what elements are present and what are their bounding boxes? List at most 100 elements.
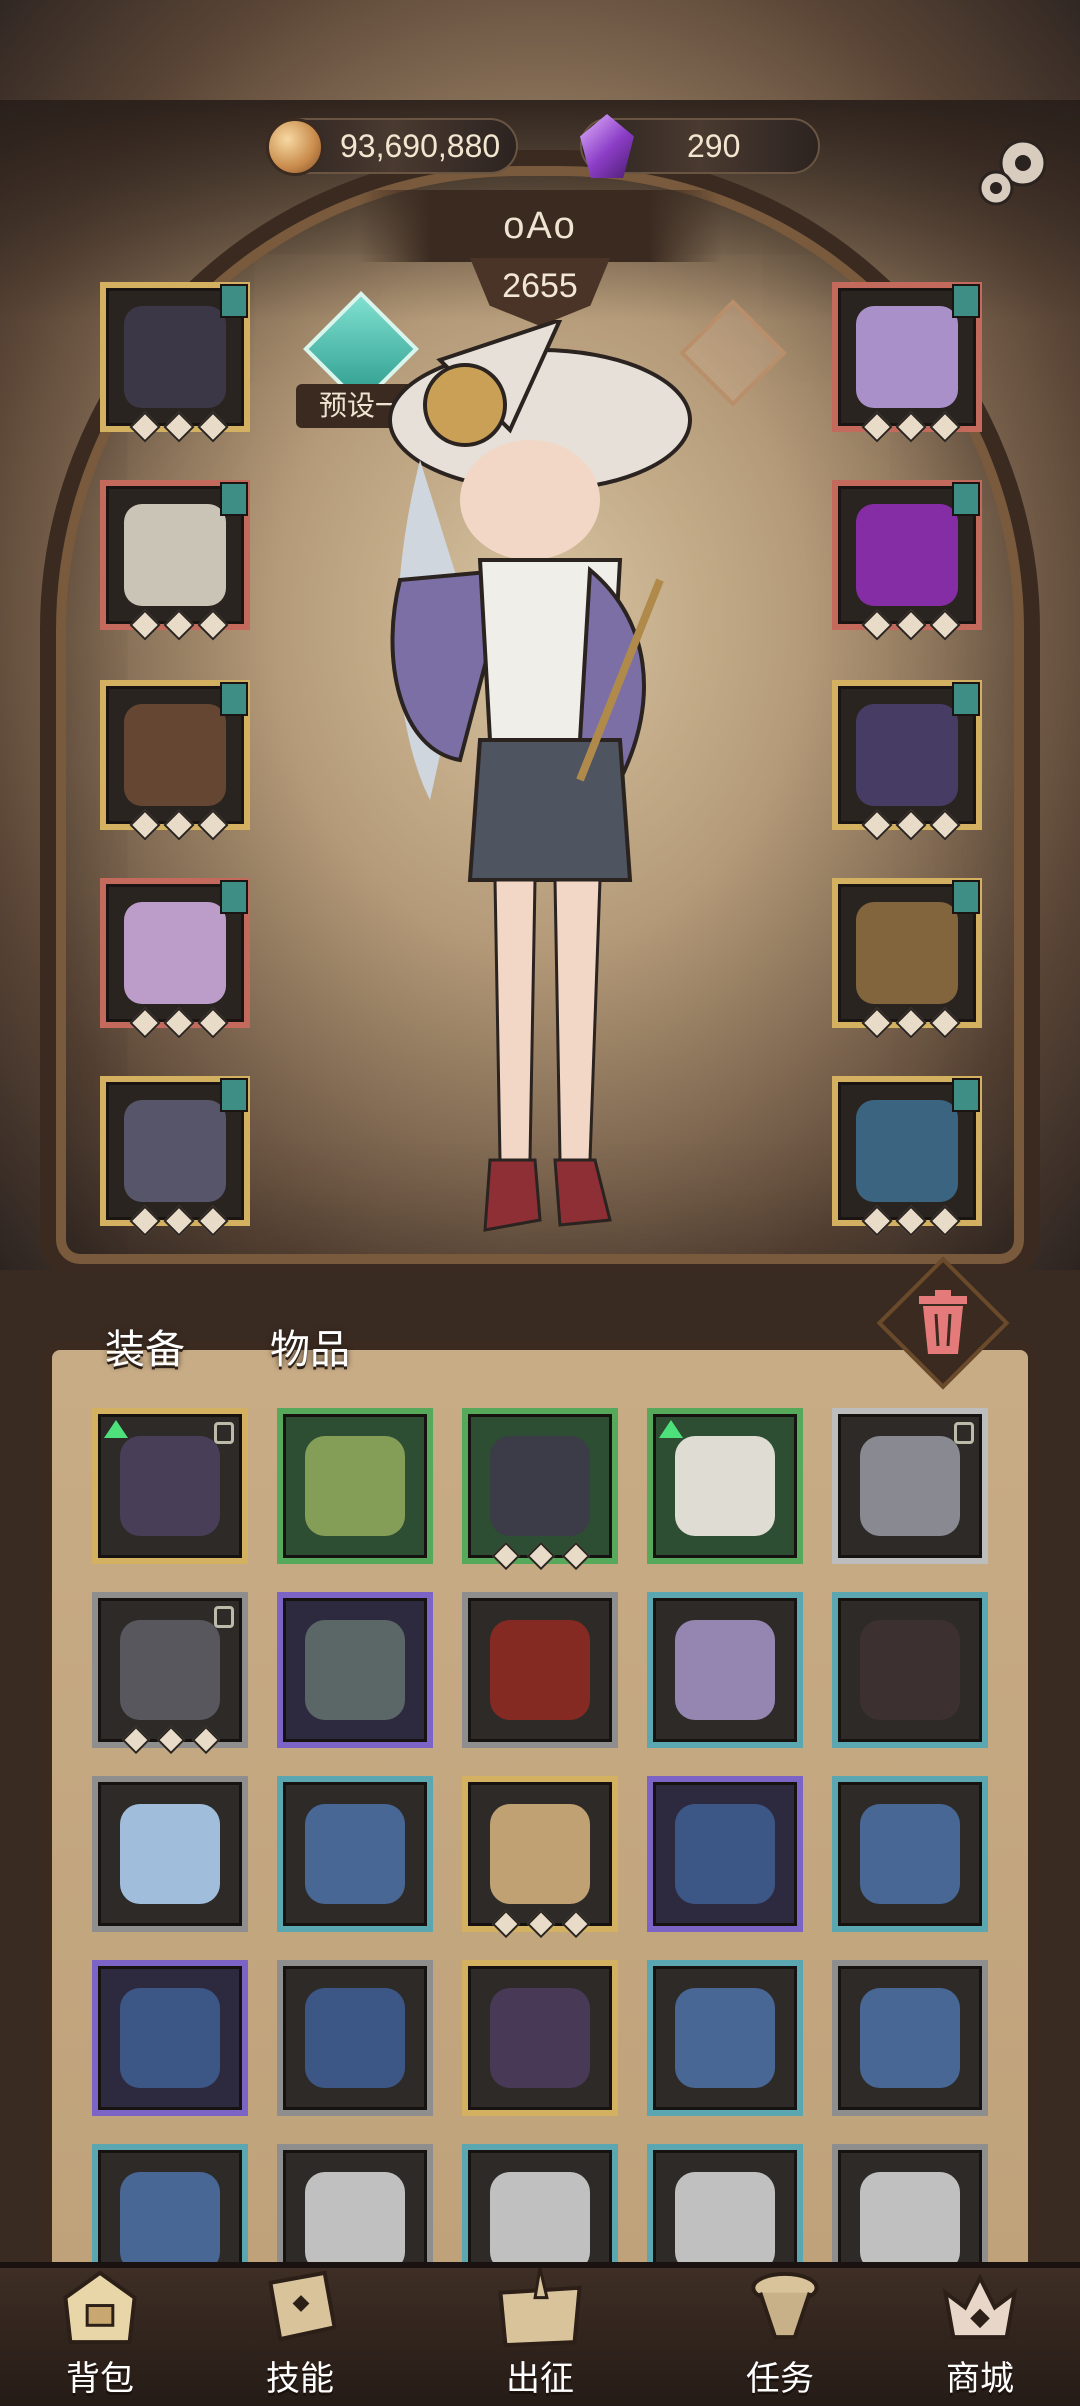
lock-icon: [214, 1422, 234, 1444]
bracelet-icon: [856, 704, 958, 806]
slot-tag-icon: [952, 880, 980, 914]
equip-slot-left-helmet[interactable]: [100, 282, 250, 443]
inventory-slot[interactable]: [647, 1960, 803, 2116]
nav-shop[interactable]: 商城: [890, 2268, 1070, 2406]
amulet-icon: [856, 306, 958, 408]
scroll-icon: [751, 2271, 819, 2340]
nav-tasks[interactable]: 任务: [690, 2268, 870, 2406]
slot-tag-icon: [220, 284, 248, 318]
socket-diamonds: [129, 1205, 229, 1237]
chain-ring-icon: [120, 1620, 220, 1720]
equip-slot-right-amulet[interactable]: [832, 282, 982, 443]
nav-tasks-label: 任务: [746, 2359, 814, 2399]
inventory-grid: [92, 1408, 992, 2268]
inventory-slot[interactable]: [277, 2144, 433, 2268]
socket-diamonds: [861, 411, 961, 443]
dark-boots-icon: [860, 1620, 960, 1720]
inventory-slot[interactable]: [92, 1592, 248, 1755]
slot-tag-icon: [952, 482, 980, 516]
crystal-pendant-icon: [120, 2172, 220, 2268]
skill-book-icon: [268, 2270, 337, 2342]
equip-slot-left-chest[interactable]: [100, 480, 250, 641]
character-portrait: [388, 320, 692, 1232]
inventory-slot[interactable]: [832, 1776, 988, 1932]
inventory-slot[interactable]: [832, 1408, 988, 1564]
settings-button[interactable]: [968, 128, 1058, 218]
slot-tag-icon: [952, 1078, 980, 1112]
inventory-slot[interactable]: [277, 1408, 433, 1564]
equip-slot-left-gloves[interactable]: [100, 680, 250, 841]
silver-wand-icon: [305, 2172, 405, 2268]
tome-icon: [856, 1100, 958, 1202]
inventory-slot[interactable]: [462, 1960, 618, 2116]
crown-shop-icon: [942, 2273, 1018, 2340]
inventory-slot[interactable]: [92, 2144, 248, 2268]
equip-slot-right-tome[interactable]: [832, 1076, 982, 1237]
slot-tag-icon: [952, 284, 980, 318]
inventory-slot[interactable]: [462, 1592, 618, 1748]
tab-items-label: 物品: [270, 1327, 350, 1373]
equip-slot-left-boots[interactable]: [100, 1076, 250, 1237]
inventory-slot[interactable]: [832, 2144, 988, 2268]
bottom-navigation: 背包 技能 出征 任务 商城: [0, 2262, 1080, 2406]
crystal-pendant-icon: [860, 1988, 960, 2088]
nav-bag[interactable]: 背包: [10, 2268, 190, 2406]
inventory-slot[interactable]: [462, 1408, 618, 1571]
slot-tag-icon: [952, 682, 980, 716]
backpack-icon: [63, 2270, 137, 2345]
silver-wand-icon: [675, 2172, 775, 2268]
inventory-slot[interactable]: [647, 1776, 803, 1932]
silver-wand-icon: [490, 2172, 590, 2268]
slot-tag-icon: [220, 682, 248, 716]
equip-slot-right-bracelet[interactable]: [832, 680, 982, 841]
inventory-slot[interactable]: [277, 1592, 433, 1748]
tab-items[interactable]: 物品: [230, 1245, 398, 1413]
gloves-icon: [124, 704, 226, 806]
gold-counter[interactable]: 93,690,880: [266, 118, 518, 176]
player-name: oAo: [358, 190, 722, 262]
fist-ring-icon: [490, 1804, 590, 1904]
socket-diamonds: [491, 1541, 591, 1571]
inventory-slot[interactable]: [647, 2144, 803, 2268]
inventory-slot[interactable]: [647, 1408, 803, 1564]
nav-shop-label: 商城: [946, 2359, 1014, 2399]
crystal-pendant-icon: [860, 1804, 960, 1904]
nav-skills[interactable]: 技能: [210, 2268, 390, 2406]
inventory-slot[interactable]: [832, 1960, 988, 2116]
inventory-slot[interactable]: [462, 2144, 618, 2268]
gem-value: 290: [687, 127, 741, 164]
tab-equipment[interactable]: 装备: [65, 1245, 233, 1413]
inventory-slot[interactable]: [462, 1776, 618, 1939]
gem-counter[interactable]: 290: [580, 114, 820, 178]
lock-icon: [214, 1606, 234, 1628]
socket-diamonds: [129, 609, 229, 641]
pants-icon: [124, 902, 226, 1004]
equip-slot-right-ring[interactable]: [832, 480, 982, 641]
inventory-slot[interactable]: [647, 1592, 803, 1748]
gold-value: 93,690,880: [340, 127, 501, 164]
equip-slot-right-staff[interactable]: [832, 878, 982, 1039]
skull-gauntlet-icon: [120, 1436, 220, 1536]
upgrade-arrow-icon: [104, 1420, 128, 1438]
battle-map-icon: [498, 2268, 582, 2347]
gold-coin-icon: [266, 118, 324, 176]
inventory-slot[interactable]: [92, 1776, 248, 1932]
inventory-slot[interactable]: [277, 1776, 433, 1932]
gem-ring-icon: [675, 1804, 775, 1904]
inventory-slot[interactable]: [832, 1592, 988, 1748]
equip-slot-left-pants[interactable]: [100, 878, 250, 1039]
silver-wand-icon: [860, 2172, 960, 2268]
inventory-slot[interactable]: [92, 1408, 248, 1564]
green-armor-icon: [305, 1436, 405, 1536]
pink-ring-icon: [860, 1436, 960, 1536]
inventory-slot[interactable]: [92, 1960, 248, 2116]
socket-diamonds: [129, 809, 229, 841]
staff-icon: [856, 902, 958, 1004]
nav-skills-label: 技能: [266, 2359, 334, 2399]
trash-icon: [919, 1290, 967, 1354]
white-pants-icon: [675, 1436, 775, 1536]
discard-button[interactable]: [876, 1256, 1010, 1390]
crystal-pendant-icon: [675, 1988, 775, 2088]
inventory-slot[interactable]: [277, 1960, 433, 2116]
nav-battle[interactable]: 出征: [450, 2268, 630, 2406]
